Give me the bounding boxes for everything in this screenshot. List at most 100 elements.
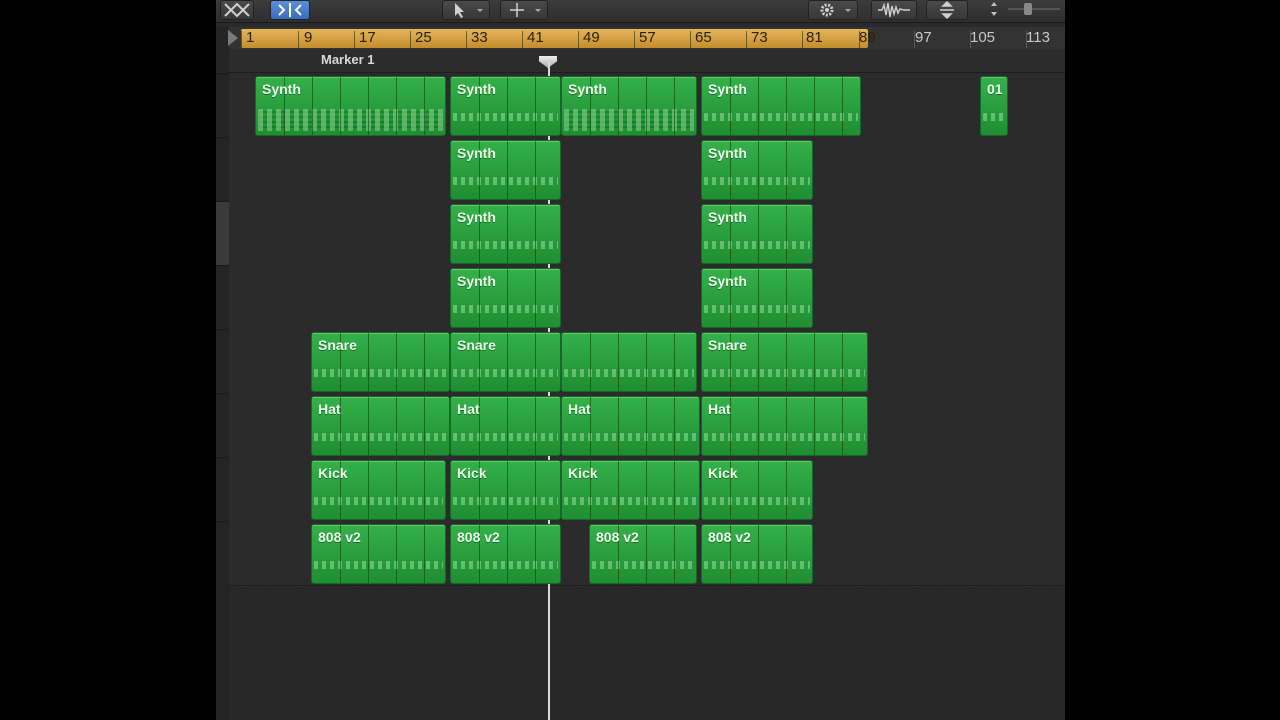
- toolbar: [216, 0, 1065, 23]
- region-bar-divider: [368, 333, 369, 391]
- region-notes-preview: [314, 433, 447, 441]
- track-lane[interactable]: [229, 265, 1065, 330]
- midi-region[interactable]: Synth: [255, 76, 446, 136]
- bar-number-label: 17: [359, 29, 376, 46]
- region-bar-divider: [396, 397, 397, 455]
- midi-region[interactable]: [561, 332, 697, 392]
- region-name: Kick: [457, 465, 487, 481]
- track-lane[interactable]: [229, 137, 1065, 202]
- bar-number-label: 113: [1026, 29, 1050, 46]
- midi-region[interactable]: Synth: [450, 76, 561, 136]
- midi-region[interactable]: Snare: [311, 332, 450, 392]
- bar-number-label: 81: [806, 29, 823, 46]
- region-bar-divider: [758, 205, 759, 263]
- midi-region[interactable]: Synth: [561, 76, 697, 136]
- midi-region[interactable]: Kick: [450, 460, 561, 520]
- midi-region[interactable]: Snare: [450, 332, 561, 392]
- settings-menu[interactable]: [808, 0, 858, 20]
- region-bar-divider: [535, 141, 536, 199]
- midi-region[interactable]: Synth: [450, 204, 561, 264]
- region-bar-divider: [424, 461, 425, 519]
- horizontal-zoom-icon: [991, 2, 1060, 16]
- region-bar-divider: [590, 333, 591, 391]
- midi-region[interactable]: Synth: [450, 268, 561, 328]
- region-notes-preview: [453, 241, 558, 249]
- region-bar-divider: [758, 77, 759, 135]
- midi-region[interactable]: 01: [980, 76, 1008, 136]
- region-bar-divider: [424, 525, 425, 583]
- midi-region[interactable]: Kick: [311, 460, 446, 520]
- bar-tick: [466, 31, 467, 48]
- region-notes-preview: [453, 305, 558, 313]
- region-bar-divider: [507, 333, 508, 391]
- region-notes-preview: [704, 241, 810, 249]
- bar-tick: [690, 31, 691, 48]
- horizontal-zoom-slider[interactable]: [978, 0, 1065, 20]
- pointer-tool-menu[interactable]: [442, 0, 490, 20]
- midi-region[interactable]: Synth: [701, 140, 813, 200]
- midi-region[interactable]: Hat: [561, 396, 700, 456]
- region-bar-divider: [646, 77, 647, 135]
- pencil-tool-menu[interactable]: [500, 0, 548, 20]
- midi-region[interactable]: Hat: [701, 396, 868, 456]
- waveform-zoom-icon: [878, 2, 910, 18]
- bar-number-label: 41: [527, 29, 544, 46]
- midi-region[interactable]: 808 v2: [311, 524, 446, 584]
- midi-region[interactable]: Hat: [450, 396, 561, 456]
- region-bar-divider: [618, 77, 619, 135]
- waveform-zoom-button[interactable]: [871, 0, 917, 20]
- gear-icon: [820, 3, 851, 17]
- bar-number-label: 49: [583, 29, 600, 46]
- midi-region[interactable]: Hat: [311, 396, 450, 456]
- region-bar-divider: [646, 525, 647, 583]
- midi-region[interactable]: 808 v2: [701, 524, 813, 584]
- midi-region[interactable]: Synth: [450, 140, 561, 200]
- region-bar-divider: [535, 205, 536, 263]
- region-bar-divider: [758, 397, 759, 455]
- midi-region[interactable]: Synth: [701, 268, 813, 328]
- bar-number-label: 105: [970, 29, 996, 46]
- midi-region[interactable]: 808 v2: [450, 524, 561, 584]
- cycle-range[interactable]: [241, 29, 868, 48]
- region-name: Hat: [568, 401, 591, 417]
- bar-tick: [578, 31, 579, 48]
- pointer-tool-icon: [455, 3, 483, 18]
- midi-region[interactable]: 808 v2: [589, 524, 697, 584]
- region-name: 808 v2: [708, 529, 751, 545]
- vertical-zoom-button[interactable]: [926, 0, 968, 20]
- region-bar-divider: [507, 205, 508, 263]
- midi-region[interactable]: Synth: [701, 76, 861, 136]
- catch-button[interactable]: [220, 0, 254, 20]
- region-bar-divider: [507, 397, 508, 455]
- region-notes-preview: [314, 369, 447, 377]
- flex-button[interactable]: [270, 0, 310, 20]
- midi-region[interactable]: Kick: [561, 460, 700, 520]
- empty-track-area[interactable]: [229, 587, 1065, 720]
- bar-number-label: 57: [639, 29, 656, 46]
- region-bar-divider: [674, 525, 675, 583]
- midi-region[interactable]: Kick: [701, 460, 813, 520]
- bar-number-label: 1: [246, 29, 255, 46]
- track-lane[interactable]: [229, 201, 1065, 266]
- midi-region[interactable]: Snare: [701, 332, 868, 392]
- region-bar-divider: [507, 141, 508, 199]
- region-bar-divider: [786, 461, 787, 519]
- midi-region[interactable]: Synth: [701, 204, 813, 264]
- region-name: Synth: [457, 209, 496, 225]
- region-name: Hat: [318, 401, 341, 417]
- bar-number-label: 9: [304, 29, 313, 46]
- region-notes-preview: [453, 113, 558, 121]
- marker-label[interactable]: Marker 1: [321, 52, 374, 67]
- region-notes-preview: [453, 561, 558, 569]
- track-header-strip[interactable]: [216, 27, 230, 720]
- region-notes-preview: [453, 433, 558, 441]
- region-notes-preview: [983, 113, 1005, 121]
- region-bar-divider: [368, 397, 369, 455]
- region-bar-divider: [618, 397, 619, 455]
- region-name: Snare: [708, 337, 747, 353]
- region-name: Kick: [708, 465, 738, 481]
- region-notes-preview: [704, 561, 810, 569]
- region-bar-divider: [786, 397, 787, 455]
- region-bar-divider: [786, 333, 787, 391]
- region-bar-divider: [507, 77, 508, 135]
